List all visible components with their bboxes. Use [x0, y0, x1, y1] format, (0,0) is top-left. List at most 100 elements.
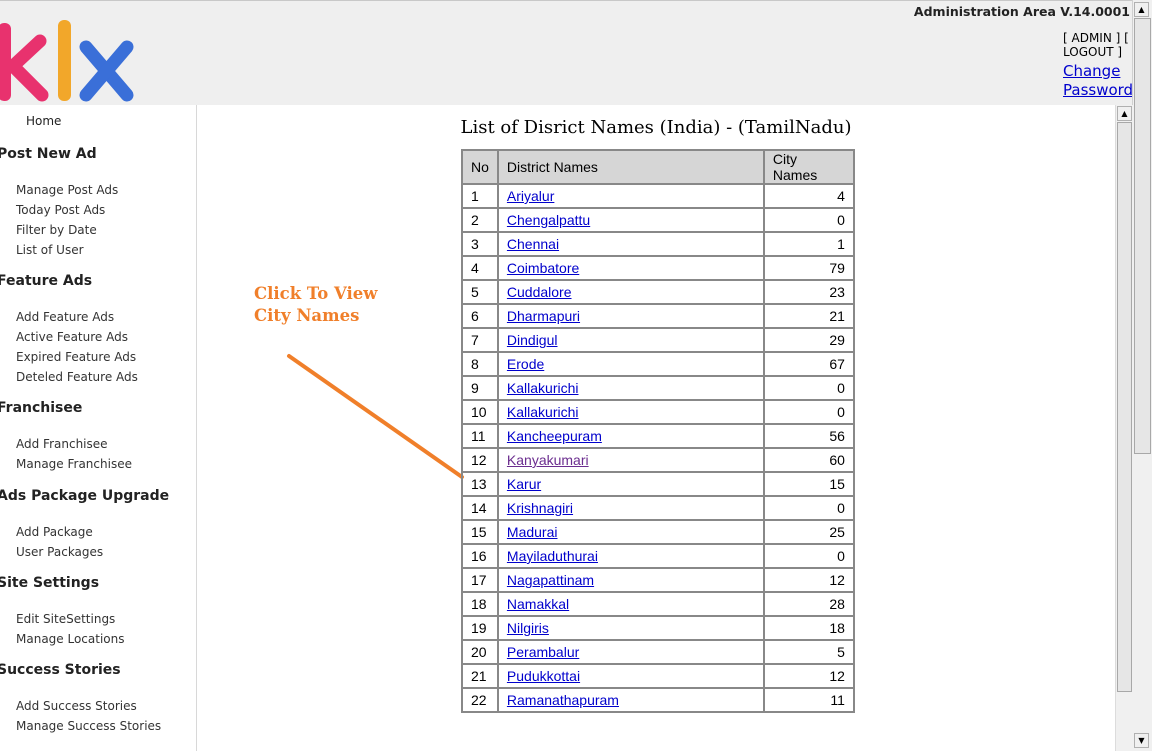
district-cell: Nagapattinam	[496, 567, 765, 593]
row-number: 3	[461, 231, 499, 257]
admin-box: [ ADMIN ] [ LOGOUT ] Change Password	[1063, 31, 1134, 100]
sidebar-item-add-success-stories[interactable]: Add Success Stories	[16, 696, 196, 716]
district-cell: Kallakurichi	[496, 399, 765, 425]
main-content: List of Disrict Names (India) - (TamilNa…	[197, 105, 1115, 751]
row-number: 14	[461, 495, 499, 521]
sidebar-item-deleted-feature-ads[interactable]: Deteled Feature Ads	[16, 367, 196, 387]
column-header-city-names: City Names	[762, 149, 855, 185]
content-scrollbar[interactable]: ▲	[1115, 105, 1133, 751]
district-link[interactable]: Cuddalore	[507, 284, 572, 300]
sidebar-section-post-new-ad: Post New Ad Manage Post Ads Today Post A…	[0, 146, 196, 260]
sidebar-item-list-of-user[interactable]: List of User	[16, 240, 196, 260]
district-cell: Dindigul	[496, 327, 765, 353]
sidebar-section-success-stories: Success Stories Add Success Stories Mana…	[0, 662, 196, 736]
sidebar-item-add-package[interactable]: Add Package	[16, 522, 196, 542]
district-link[interactable]: Dindigul	[507, 332, 558, 348]
district-cell: Krishnagiri	[496, 495, 765, 521]
sidebar-item-expired-feature-ads[interactable]: Expired Feature Ads	[16, 347, 196, 367]
version-label: Administration Area V.14.0001	[913, 4, 1130, 19]
district-link[interactable]: Kanyakumari	[507, 452, 589, 468]
scroll-down-arrow-icon[interactable]: ▼	[1134, 733, 1149, 748]
header: Administration Area V.14.0001 [ ADMIN ] …	[0, 0, 1134, 106]
table-row: 2 Chengalpattu 0	[461, 207, 855, 233]
district-cell: Ariyalur	[496, 183, 765, 209]
row-number: 15	[461, 519, 499, 545]
row-number: 1	[461, 183, 499, 209]
city-count: 18	[762, 615, 855, 641]
sidebar-section-site-settings: Site Settings Edit SiteSettings Manage L…	[0, 575, 196, 649]
klx-logo	[0, 20, 134, 102]
district-link[interactable]: Nagapattinam	[507, 572, 594, 588]
city-count: 5	[762, 639, 855, 665]
district-link[interactable]: Nilgiris	[507, 620, 549, 636]
city-count: 0	[762, 375, 855, 401]
table-row: 18 Namakkal 28	[461, 591, 855, 617]
sidebar-section-ads-package-upgrade: Ads Package Upgrade Add Package User Pac…	[0, 488, 196, 562]
city-count: 0	[762, 399, 855, 425]
district-link[interactable]: Coimbatore	[507, 260, 579, 276]
district-link[interactable]: Dharmapuri	[507, 308, 580, 324]
sidebar-item-add-feature-ads[interactable]: Add Feature Ads	[16, 307, 196, 327]
sidebar-item-today-post-ads[interactable]: Today Post Ads	[16, 200, 196, 220]
district-link[interactable]: Chennai	[507, 236, 559, 252]
table-row: 3 Chennai 1	[461, 231, 855, 257]
district-link[interactable]: Ramanathapuram	[507, 692, 619, 708]
sidebar-item-home[interactable]: Home	[26, 114, 61, 128]
sidebar-item-manage-success-stories[interactable]: Manage Success Stories	[16, 716, 196, 736]
city-count: 1	[762, 231, 855, 257]
sidebar-item-manage-locations[interactable]: Manage Locations	[16, 629, 196, 649]
table-row: 15 Madurai 25	[461, 519, 855, 545]
district-link[interactable]: Kallakurichi	[507, 380, 579, 396]
row-number: 4	[461, 255, 499, 281]
table-row: 4 Coimbatore 79	[461, 255, 855, 281]
district-cell: Ramanathapuram	[496, 687, 765, 713]
city-count: 11	[762, 687, 855, 713]
sidebar-item-filter-by-date[interactable]: Filter by Date	[16, 220, 196, 240]
district-cell: Kancheepuram	[496, 423, 765, 449]
table-row: 21 Pudukkottai 12	[461, 663, 855, 689]
district-link[interactable]: Chengalpattu	[507, 212, 590, 228]
sidebar-heading: Post New Ad	[0, 146, 97, 162]
district-link[interactable]: Madurai	[507, 524, 558, 540]
window-scrollbar[interactable]: ▲ ▼	[1132, 0, 1152, 751]
district-link[interactable]: Karur	[507, 476, 541, 492]
content-scroll-up-arrow-icon[interactable]: ▲	[1117, 106, 1132, 121]
change-password-line1: Change	[1063, 62, 1121, 80]
city-count: 12	[762, 663, 855, 689]
district-link[interactable]: Kallakurichi	[507, 404, 579, 420]
sidebar-item-active-feature-ads[interactable]: Active Feature Ads	[16, 327, 196, 347]
scroll-up-arrow-icon[interactable]: ▲	[1134, 2, 1149, 17]
city-count: 12	[762, 567, 855, 593]
city-count: 0	[762, 207, 855, 233]
row-number: 8	[461, 351, 499, 377]
district-link[interactable]: Mayiladuthurai	[507, 548, 598, 564]
change-password-line2: Password	[1063, 81, 1134, 99]
district-link[interactable]: Pudukkottai	[507, 668, 580, 684]
district-link[interactable]: Ariyalur	[507, 188, 554, 204]
table-row: 20 Perambalur 5	[461, 639, 855, 665]
district-cell: Chennai	[496, 231, 765, 257]
district-link[interactable]: Kancheepuram	[507, 428, 602, 444]
row-number: 6	[461, 303, 499, 329]
city-count: 25	[762, 519, 855, 545]
table-row: 14 Krishnagiri 0	[461, 495, 855, 521]
sidebar-item-user-packages[interactable]: User Packages	[16, 542, 196, 562]
district-cell: Pudukkottai	[496, 663, 765, 689]
table-row: 22 Ramanathapuram 11	[461, 687, 855, 713]
district-cell: Mayiladuthurai	[496, 543, 765, 569]
scroll-thumb[interactable]	[1134, 18, 1151, 454]
sidebar-item-manage-post-ads[interactable]: Manage Post Ads	[16, 180, 196, 200]
content-scroll-thumb[interactable]	[1117, 122, 1132, 692]
sidebar-item-add-franchisee[interactable]: Add Franchisee	[16, 434, 196, 454]
row-number: 5	[461, 279, 499, 305]
sidebar-item-edit-sitesettings[interactable]: Edit SiteSettings	[16, 609, 196, 629]
district-link[interactable]: Perambalur	[507, 644, 579, 660]
sidebar: Home Post New Ad Manage Post Ads Today P…	[0, 105, 197, 751]
change-password-link[interactable]: Change Password	[1063, 62, 1134, 100]
district-link[interactable]: Erode	[507, 356, 544, 372]
admin-logout-text[interactable]: [ ADMIN ] [ LOGOUT ]	[1063, 31, 1129, 59]
district-link[interactable]: Namakkal	[507, 596, 569, 612]
page-title: List of Disrict Names (India) - (TamilNa…	[460, 117, 852, 138]
district-link[interactable]: Krishnagiri	[507, 500, 573, 516]
sidebar-item-manage-franchisee[interactable]: Manage Franchisee	[16, 454, 196, 474]
